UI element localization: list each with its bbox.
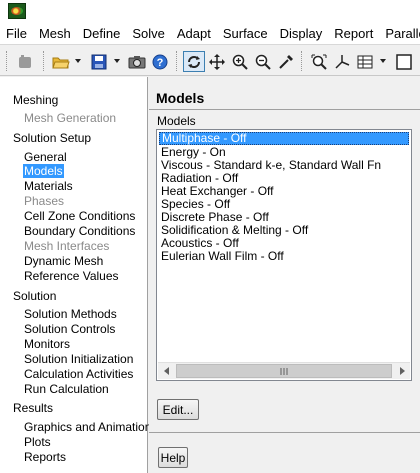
toolbar-grip[interactable] [43, 51, 45, 71]
tree-item-models[interactable]: Models [23, 164, 64, 178]
tree-item-materials[interactable]: Materials [24, 179, 73, 193]
menu-parallel[interactable]: Parallel [379, 23, 420, 45]
svg-text:?: ? [157, 57, 164, 69]
fit-to-window-icon[interactable] [308, 51, 330, 72]
models-listbox[interactable]: Multiphase - Off Energy - On Viscous - S… [156, 129, 412, 381]
tree-item-cell-zone-conditions[interactable]: Cell Zone Conditions [24, 209, 135, 223]
toolbar-grip[interactable] [301, 51, 303, 71]
tree-item-solution-controls[interactable]: Solution Controls [24, 322, 115, 336]
footer-divider [149, 432, 420, 433]
read-case-icon[interactable] [14, 51, 36, 72]
page-title: Models [156, 90, 205, 106]
tree-item-calculation-activities[interactable]: Calculation Activities [24, 367, 133, 381]
navigation-tree: Meshing Mesh Generation Solution Setup G… [0, 77, 157, 473]
title-bar [0, 0, 420, 23]
menu-display[interactable]: Display [274, 23, 329, 45]
rotate-icon[interactable] [183, 51, 205, 72]
menu-mesh[interactable]: Mesh [33, 23, 77, 45]
tree-item-mesh-generation[interactable]: Mesh Generation [24, 111, 116, 125]
save-icon[interactable] [88, 51, 110, 72]
pan-icon[interactable] [206, 51, 228, 72]
models-list-label: Models [157, 114, 196, 128]
tree-item-reports[interactable]: Reports [24, 450, 66, 464]
scroll-left-icon[interactable] [158, 363, 175, 379]
menu-adapt[interactable]: Adapt [171, 23, 217, 45]
layout-dropdown-arrow[interactable] [380, 59, 386, 63]
tree-item-run-calculation[interactable]: Run Calculation [24, 382, 109, 396]
tree-item-mesh-interfaces[interactable]: Mesh Interfaces [24, 239, 109, 253]
edit-button[interactable]: Edit... [157, 399, 199, 420]
tree-item-monitors[interactable]: Monitors [24, 337, 70, 351]
open-file-icon[interactable] [50, 51, 72, 72]
tree-item-reference-values[interactable]: Reference Values [24, 269, 119, 283]
menu-surface[interactable]: Surface [217, 23, 274, 45]
tree-section-solution-setup[interactable]: Solution Setup [13, 131, 91, 145]
save-dropdown-arrow[interactable] [114, 59, 120, 63]
window-icon[interactable] [393, 51, 415, 72]
tree-item-graphics-and-animations[interactable]: Graphics and Animations [24, 420, 157, 434]
menu-define[interactable]: Define [77, 23, 127, 45]
fluent-app-icon[interactable] [8, 3, 26, 19]
menu-solve[interactable]: Solve [126, 23, 171, 45]
tree-item-boundary-conditions[interactable]: Boundary Conditions [24, 224, 135, 238]
menu-bar: File Mesh Define Solve Adapt Surface Dis… [0, 23, 420, 45]
scroll-right-icon[interactable] [393, 363, 410, 379]
tree-item-plots[interactable]: Plots [24, 435, 51, 449]
tree-item-solution-initialization[interactable]: Solution Initialization [24, 352, 133, 366]
menu-file[interactable]: File [0, 23, 33, 45]
help-button[interactable]: Help [158, 447, 188, 468]
horizontal-scrollbar[interactable] [158, 362, 410, 379]
toolbar: ? [0, 46, 420, 76]
tree-item-general[interactable]: General [24, 150, 67, 164]
snapshot-icon[interactable] [126, 51, 148, 72]
menu-report[interactable]: Report [328, 23, 379, 45]
tree-item-phases[interactable]: Phases [24, 194, 64, 208]
probe-icon[interactable] [275, 51, 297, 72]
tree-section-results[interactable]: Results [13, 401, 53, 415]
tree-item-solution-methods[interactable]: Solution Methods [24, 307, 117, 321]
model-item-multiphase[interactable]: Multiphase - Off [159, 132, 409, 145]
open-dropdown-arrow[interactable] [75, 59, 81, 63]
models-task-page: Models Models Multiphase - Off Energy - … [149, 77, 420, 473]
tree-item-dynamic-mesh[interactable]: Dynamic Mesh [24, 254, 103, 268]
zoom-in-icon[interactable] [229, 51, 251, 72]
axes-icon[interactable] [331, 51, 353, 72]
help-icon[interactable]: ? [149, 51, 171, 72]
toolbar-grip[interactable] [6, 51, 8, 71]
tree-section-meshing[interactable]: Meshing [13, 93, 58, 107]
scroll-thumb[interactable] [176, 364, 392, 378]
zoom-to-fit-icon[interactable] [252, 51, 274, 72]
title-divider [149, 109, 420, 110]
model-item-eulerian-wall-film[interactable]: Eulerian Wall Film - Off [159, 250, 286, 263]
toolbar-grip[interactable] [176, 51, 178, 71]
layout-icon[interactable] [354, 51, 376, 72]
tree-section-solution[interactable]: Solution [13, 289, 56, 303]
